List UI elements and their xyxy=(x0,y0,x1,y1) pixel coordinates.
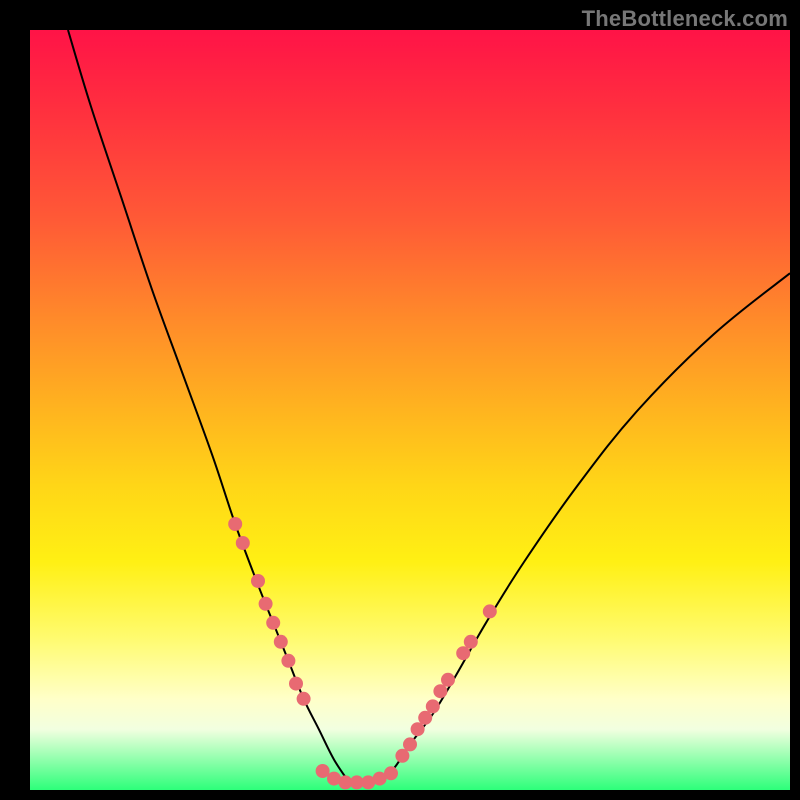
watermark-text: TheBottleneck.com xyxy=(582,6,788,32)
data-marker xyxy=(289,677,303,691)
data-marker xyxy=(384,766,398,780)
chart-frame: TheBottleneck.com xyxy=(0,0,800,800)
data-marker xyxy=(297,692,311,706)
data-marker xyxy=(403,737,417,751)
data-marker xyxy=(433,684,447,698)
data-marker xyxy=(316,764,330,778)
curve-layer xyxy=(68,30,790,782)
marker-layer xyxy=(228,517,497,789)
curve-left-curve xyxy=(68,30,349,782)
data-marker xyxy=(281,654,295,668)
data-marker xyxy=(259,597,273,611)
data-marker xyxy=(274,635,288,649)
data-marker xyxy=(395,749,409,763)
data-marker xyxy=(418,711,432,725)
plot-area xyxy=(30,30,790,790)
data-marker xyxy=(483,604,497,618)
data-marker xyxy=(426,699,440,713)
data-marker xyxy=(236,536,250,550)
data-marker xyxy=(456,646,470,660)
data-marker xyxy=(411,722,425,736)
data-marker xyxy=(266,616,280,630)
data-marker xyxy=(251,574,265,588)
data-marker xyxy=(228,517,242,531)
chart-svg xyxy=(30,30,790,790)
curve-right-curve xyxy=(380,273,790,782)
data-marker xyxy=(464,635,478,649)
data-marker xyxy=(441,673,455,687)
